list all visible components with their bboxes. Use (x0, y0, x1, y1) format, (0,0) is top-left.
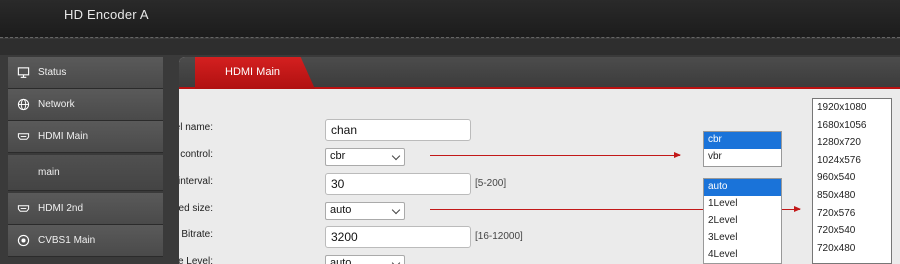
hdmi-icon (8, 130, 38, 143)
resolution-options-list: 1920x1080 1680x1056 1280x720 1024x576 96… (812, 98, 892, 264)
sidebar-item-network[interactable]: Network (8, 89, 163, 121)
sidebar: Status Network HDMI Main main HDMI 2nd C… (8, 57, 163, 264)
bitrate-control-label: Bitrate control: (179, 149, 213, 160)
sidebar-item-label: HDMI Main (38, 131, 89, 142)
channel-name-label: channel name: (179, 122, 213, 133)
option-vbr[interactable]: vbr (704, 149, 781, 166)
key-interval-label: Key interval: (179, 176, 213, 187)
option-1024x576[interactable]: 1024x576 (813, 152, 891, 170)
bitrate-label: Bitrate: (181, 229, 213, 240)
fluctuate-level-value: auto (330, 257, 352, 264)
sidebar-item-label: CVBS1 Main (38, 235, 96, 246)
sidebar-item-hdmi-main[interactable]: HDMI Main (8, 121, 163, 153)
option-auto[interactable]: auto (704, 179, 781, 196)
option-960x540[interactable]: 960x540 (813, 169, 891, 187)
sidebar-item-hdmi-2nd[interactable]: HDMI 2nd (8, 193, 163, 225)
panel-tab-bar: HDMI Main (179, 57, 900, 89)
monitor-icon (8, 66, 38, 79)
sidebar-item-status[interactable]: Status (8, 57, 163, 89)
header-band (0, 39, 900, 55)
option-1280x720[interactable]: 1280x720 (813, 134, 891, 152)
bitrate-control-value: cbr (330, 150, 346, 162)
chevron-down-icon (391, 151, 401, 161)
channel-name-input[interactable]: chan (325, 119, 471, 141)
sidebar-subitem-main[interactable]: main (8, 155, 163, 191)
option-2level[interactable]: 2Level (704, 213, 781, 230)
chevron-down-icon (391, 258, 401, 264)
option-1level[interactable]: 1Level (704, 196, 781, 213)
globe-icon (8, 98, 38, 111)
chevron-down-icon (391, 205, 401, 215)
option-1680x1056[interactable]: 1680x1056 (813, 117, 891, 135)
level-options-popup: auto 1Level 2Level 3Level 4Level (703, 178, 782, 264)
target-icon (8, 234, 38, 247)
top-header: HD Encoder A (0, 0, 900, 38)
sidebar-item-label: HDMI 2nd (38, 203, 84, 214)
bitrate-hint: [16-12000] (475, 231, 523, 242)
key-interval-hint: [5-200] (475, 178, 507, 189)
sidebar-item-label: Status (38, 67, 67, 78)
encoded-size-label: Encoded size: (179, 203, 213, 214)
option-720x576[interactable]: 720x576 (813, 205, 891, 223)
option-4level[interactable]: 4Level (704, 247, 781, 264)
fluctuate-level-select[interactable]: auto (325, 255, 405, 264)
device-title: HD Encoder A (64, 7, 149, 22)
fluctuate-level-label: Fluctuate Level: (179, 256, 213, 264)
option-3level[interactable]: 3Level (704, 230, 781, 247)
main-panel: HDMI Main channel name: chan Bitrate con… (179, 57, 900, 264)
option-cbr[interactable]: cbr (704, 132, 781, 149)
bitrate-input[interactable]: 3200 (325, 226, 471, 248)
bitrate-options-popup: cbr vbr (703, 131, 782, 167)
sidebar-item-label: Network (38, 99, 75, 110)
sidebar-item-label: main (38, 167, 60, 178)
option-720x480[interactable]: 720x480 (813, 240, 891, 258)
option-720x540[interactable]: 720x540 (813, 222, 891, 240)
option-850x480[interactable]: 850x480 (813, 187, 891, 205)
tab-hdmi-main[interactable]: HDMI Main (195, 57, 315, 89)
annotation-arrow-bitrate (430, 152, 681, 158)
bitrate-control-select[interactable]: cbr (325, 148, 405, 166)
encoded-size-select[interactable]: auto (325, 202, 405, 220)
encoded-size-value: auto (330, 204, 352, 216)
sidebar-item-cvbs1-main[interactable]: CVBS1 Main (8, 225, 163, 257)
hdmi-icon (8, 202, 38, 215)
option-1920x1080[interactable]: 1920x1080 (813, 99, 891, 117)
key-interval-input[interactable]: 30 (325, 173, 471, 195)
